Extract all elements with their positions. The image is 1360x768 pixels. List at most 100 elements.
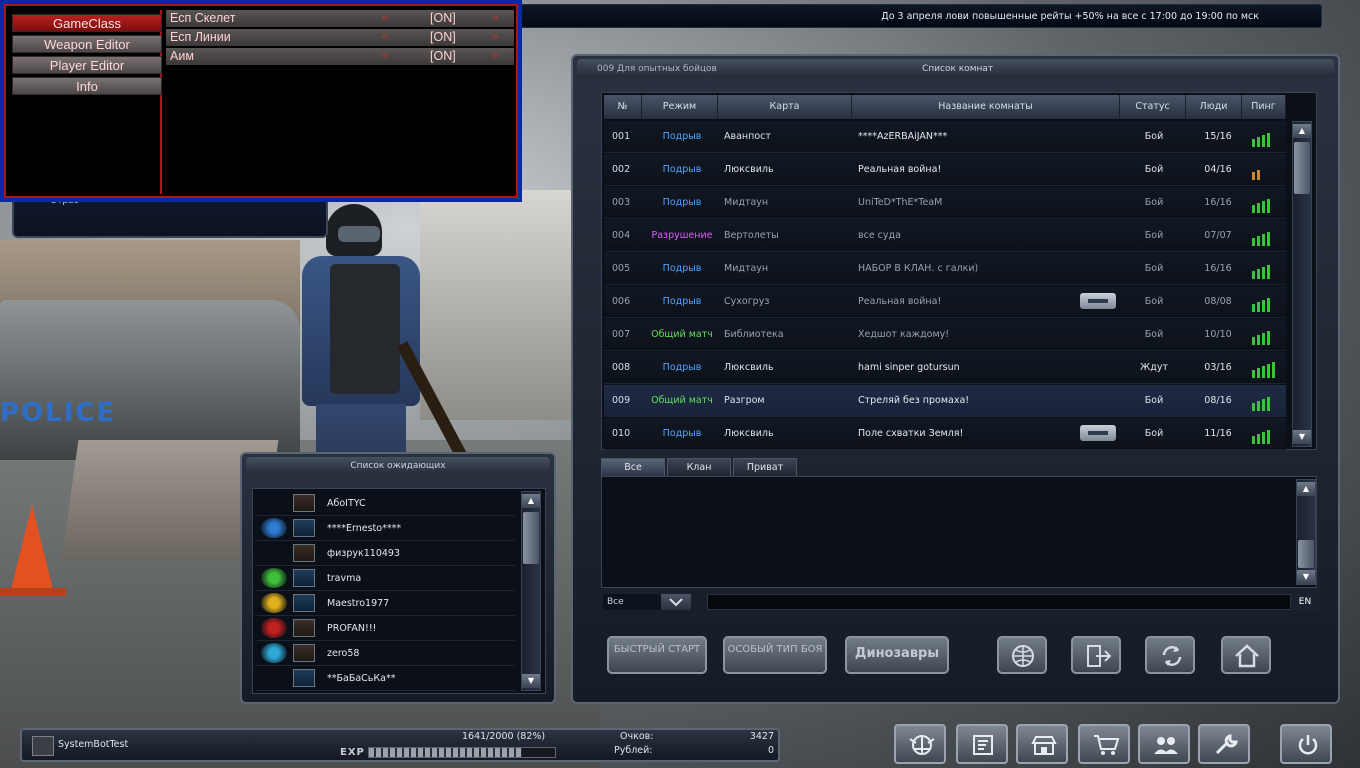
table-row[interactable]: 007 Общий матч Библиотека Хедшот каждому! Бо… <box>604 319 1286 351</box>
home-button[interactable] <box>1221 636 1271 674</box>
chat-scrollbar[interactable]: ▲ ▼ <box>1296 479 1316 585</box>
dinosaurs-button[interactable]: Динозавры <box>845 636 949 674</box>
room-people: 10/10 <box>1204 329 1232 340</box>
list-item[interactable]: физрук110493 <box>255 541 515 566</box>
list-item[interactable]: AбoITYC <box>255 491 515 516</box>
quick-start-button[interactable]: БЫСТРЫЙ СТАРТ <box>607 636 707 674</box>
table-row[interactable]: 005 Подрыв Мидтаун НАБОР В КЛАН. с галки) Бо… <box>604 253 1286 285</box>
scroll-up-icon[interactable]: ▲ <box>522 494 540 508</box>
home-icon <box>1235 644 1259 668</box>
cheat-tab-info[interactable]: Info <box>12 77 162 95</box>
room-number: 006 <box>612 296 631 307</box>
waiting-scrollbar[interactable]: ▲ ▼ <box>521 491 541 691</box>
ping-bar <box>1252 238 1255 246</box>
server-select-button[interactable] <box>997 636 1047 674</box>
table-row[interactable]: 008 Подрыв Люксвиль hami sinper gotursun Жду… <box>604 352 1286 384</box>
room-status: Бой <box>1144 131 1164 142</box>
list-item[interactable]: **БаБаСьКа** <box>255 666 515 691</box>
chat-tab-all[interactable]: Все <box>601 458 665 476</box>
room-list-scrollbar[interactable]: ▲ ▼ <box>1292 121 1312 447</box>
column-header-ping[interactable]: Пинг <box>1242 95 1286 119</box>
room-people: 04/16 <box>1204 164 1232 175</box>
chevron-down-icon[interactable] <box>661 594 691 610</box>
cheat-tab-player-editor[interactable]: Player Editor <box>12 56 162 74</box>
column-header-room-name[interactable]: Название комнаты <box>852 95 1120 119</box>
cheat-option-aim[interactable]: Аим « [ON] » <box>166 48 514 65</box>
friends-button[interactable] <box>1138 724 1190 764</box>
scroll-up-icon[interactable]: ▲ <box>1297 482 1315 496</box>
column-header-people[interactable]: Люди <box>1186 95 1242 119</box>
ping-bar <box>1257 368 1260 378</box>
arrow-left-icon[interactable]: « <box>382 48 388 64</box>
arrow-left-icon[interactable]: « <box>382 29 388 45</box>
room-number: 010 <box>612 428 631 439</box>
room-people: 03/16 <box>1204 362 1232 373</box>
language-indicator[interactable]: EN <box>1291 594 1319 610</box>
chat-input[interactable] <box>707 594 1291 610</box>
cheat-option-esp-lines[interactable]: Есп Линии « [ON] » <box>166 29 514 46</box>
scroll-down-icon[interactable]: ▼ <box>1297 570 1315 584</box>
cart-button[interactable] <box>1078 724 1130 764</box>
store-button[interactable] <box>1016 724 1068 764</box>
special-battle-button[interactable]: ОСОБЫЙ ТИП БОЯ <box>723 636 827 674</box>
ping-signal-icon <box>1252 426 1280 444</box>
list-item[interactable]: PROFAN!!! <box>255 616 515 641</box>
column-header-status[interactable]: Статус <box>1120 95 1186 119</box>
ping-signal-icon <box>1252 327 1280 345</box>
ping-bar <box>1262 399 1265 411</box>
room-number: 007 <box>612 329 631 340</box>
scroll-down-icon[interactable]: ▼ <box>1293 430 1311 444</box>
arrow-left-icon[interactable]: « <box>382 10 388 26</box>
cheat-option-esp-skeleton[interactable]: Есп Скелет « [ON] » <box>166 10 514 27</box>
refresh-button[interactable] <box>1145 636 1195 674</box>
room-name: Стреляй без промаха! <box>858 395 970 406</box>
list-item[interactable]: zero58 <box>255 641 515 666</box>
chat-tab-clan[interactable]: Клан <box>667 458 731 476</box>
table-row[interactable]: 002 Подрыв Люксвиль Реальная войнa! Бой 04/16 <box>604 154 1286 186</box>
column-header-number[interactable]: № <box>604 95 642 119</box>
ping-bar <box>1252 403 1255 411</box>
exit-button[interactable] <box>1071 636 1121 674</box>
room-name: НАБОР В КЛАН. с галки) <box>858 263 979 274</box>
exit-game-button[interactable] <box>1280 724 1332 764</box>
table-row[interactable]: 001 Подрыв Аванпост ****AzERBAiJAN*** Бой 15/… <box>604 121 1286 153</box>
avatar[interactable] <box>32 736 54 756</box>
scroll-down-icon[interactable]: ▼ <box>522 674 540 688</box>
scroll-up-icon[interactable]: ▲ <box>1293 124 1311 138</box>
chat-target-select[interactable]: Все <box>603 594 663 610</box>
column-header-map[interactable]: Карта <box>718 95 852 119</box>
table-row[interactable]: 003 Подрыв Мидтаун UniTeD*ThE*TeaM Бой 16/16 <box>604 187 1286 219</box>
ping-bar <box>1252 271 1255 279</box>
room-map: Мидтаун <box>724 197 769 208</box>
list-item[interactable]: travma <box>255 566 515 591</box>
table-row[interactable]: 006 Подрыв Сухогруз Реальная войнa! Бой 08/08 <box>604 286 1286 318</box>
table-row[interactable]: 009 Общий матч Разгром Стреляй без промаха!… <box>604 385 1286 417</box>
player-name: travma <box>327 573 362 584</box>
column-header-mode[interactable]: Режим <box>642 95 718 119</box>
list-item[interactable]: ****Ernesto**** <box>255 516 515 541</box>
table-row[interactable]: 004 Разрушение Вертолеты все суда Бой 07/07 <box>604 220 1286 252</box>
cheat-option-label: Есп Скелет <box>170 11 236 25</box>
ping-bar <box>1267 265 1270 279</box>
clan-button[interactable] <box>894 724 946 764</box>
scroll-thumb[interactable] <box>1298 540 1314 568</box>
room-people: 16/16 <box>1204 197 1232 208</box>
room-name: Хедшот каждому! <box>858 329 950 340</box>
cheat-tab-weapon-editor[interactable]: Weapon Editor <box>12 35 162 53</box>
notes-button[interactable] <box>956 724 1008 764</box>
key-icon <box>1080 293 1116 309</box>
scroll-thumb[interactable] <box>523 512 539 564</box>
chat-tab-private[interactable]: Приват <box>733 458 797 476</box>
room-mode: Общий матч <box>651 395 713 406</box>
rank-icon <box>293 619 315 637</box>
arrow-right-icon[interactable]: » <box>492 48 498 64</box>
scroll-thumb[interactable] <box>1294 142 1310 194</box>
arrow-right-icon[interactable]: » <box>492 29 498 45</box>
table-row[interactable]: 010 Подрыв Люксвиль Поле схватки Земля! Бой 1… <box>604 418 1286 450</box>
cheat-tab-gameclass[interactable]: GameClass <box>12 14 162 32</box>
list-item[interactable]: Maestro1977 <box>255 591 515 616</box>
arrow-right-icon[interactable]: » <box>492 10 498 26</box>
rubles-value: 0 <box>767 745 774 756</box>
settings-button[interactable] <box>1198 724 1250 764</box>
ping-bar <box>1262 234 1265 246</box>
